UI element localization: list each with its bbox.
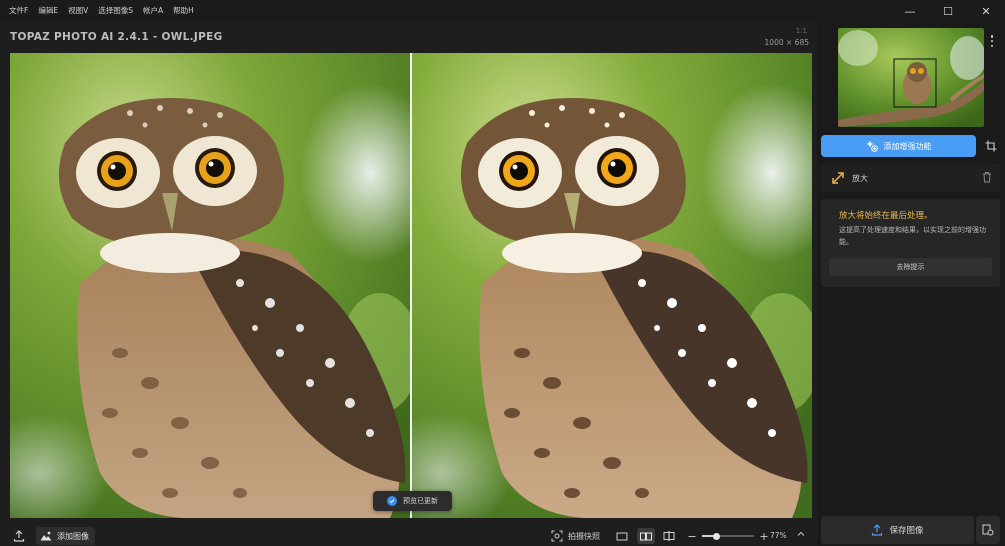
add-enhancement-label: 添加增强功能 [883, 141, 932, 151]
pixel-ratio-hint: 1:1 [795, 27, 807, 35]
upload-icon [872, 524, 883, 536]
menu-items: 文件F 编辑E 视图V 选择图像S 帐户A 帮助H [0, 0, 199, 22]
zoom-in-button[interactable]: + [758, 530, 770, 543]
maximize-button[interactable]: ☐ [929, 0, 967, 22]
zoom-control: − + [686, 528, 770, 544]
zoom-value[interactable]: 77% [770, 531, 787, 540]
camera-frame-icon [551, 530, 563, 542]
navigator-image [838, 28, 984, 127]
side-by-side-button[interactable] [637, 528, 655, 544]
zoom-slider-handle[interactable] [713, 532, 721, 540]
trash-icon[interactable] [982, 171, 992, 183]
menu-view[interactable]: 视图V [63, 0, 93, 22]
processed-preview[interactable] [412, 53, 812, 518]
notice-title: 放大将始终在最后处理。 [839, 211, 933, 221]
upload-icon [13, 530, 25, 542]
preview-updated-toast: 预览已更新 [373, 491, 452, 511]
upscale-notice: 放大将始终在最后处理。 这提高了处理速度和结果，以实现之前的增强功能。 去除提示 [821, 199, 1000, 287]
snapshot-label: 拍摄快照 [568, 531, 600, 541]
single-view-icon [616, 532, 628, 540]
add-image-button[interactable]: 添加图像 [36, 527, 95, 545]
owl-image-original [10, 53, 410, 518]
window-controls: — ☐ ✕ [891, 0, 1005, 22]
app-window: 文件F 编辑E 视图V 选择图像S 帐户A 帮助H — ☐ ✕ TOPAZ PH… [0, 0, 1005, 546]
diagonal-arrows-icon [832, 172, 844, 184]
split-view-button[interactable] [660, 528, 678, 544]
split-view-icon [663, 531, 675, 541]
menu-edit[interactable]: 编辑E [33, 0, 63, 22]
menu-bar: 文件F 编辑E 视图V 选择图像S 帐户A 帮助H — ☐ ✕ [0, 0, 1005, 22]
crop-icon [985, 140, 997, 152]
zoom-out-button[interactable]: − [686, 530, 698, 543]
minimize-button[interactable]: — [891, 0, 929, 22]
single-view-button[interactable] [613, 528, 631, 544]
zoom-slider[interactable] [702, 532, 754, 540]
side-by-side-icon [640, 532, 652, 540]
snapshot-button[interactable]: 拍摄快照 [551, 528, 600, 544]
save-image-label: 保存图像 [889, 526, 924, 536]
export-settings-icon [982, 524, 994, 536]
vertical-dots-icon [990, 35, 994, 38]
upscale-label: 放大 [852, 174, 868, 183]
export-button[interactable] [10, 528, 28, 544]
check-circle-icon [387, 496, 397, 506]
image-title: TOPAZ PHOTO AI 2.4.1 - OWL.JPEG [10, 31, 223, 43]
menu-file[interactable]: 文件F [4, 0, 33, 22]
add-enhancement-button[interactable]: 添加增强功能 [821, 135, 976, 157]
export-settings-button[interactable] [976, 516, 1000, 544]
mountain-image-icon [40, 531, 52, 541]
toast-text: 预览已更新 [403, 497, 438, 505]
owl-image-processed [412, 53, 812, 518]
menu-help[interactable]: 帮助H [168, 0, 199, 22]
notice-body: 这提高了处理速度和结果，以实现之前的增强功能。 [839, 226, 986, 246]
add-image-label: 添加图像 [57, 531, 89, 541]
menu-account[interactable]: 帐户A [138, 0, 168, 22]
original-preview[interactable] [10, 53, 410, 518]
minimize-icon: — [904, 4, 916, 18]
chevron-up-icon[interactable] [796, 529, 808, 543]
upscale-enhancement-row[interactable]: 放大 [821, 164, 1000, 192]
maximize-icon: ☐ [943, 4, 953, 18]
image-dimensions: 1000 × 685 [764, 38, 809, 47]
close-icon: ✕ [981, 4, 991, 18]
navigator-thumbnail[interactable] [838, 28, 984, 127]
menu-select-image[interactable]: 选择图像S [93, 0, 138, 22]
dismiss-tip-button[interactable]: 去除提示 [829, 258, 992, 276]
save-image-button[interactable]: 保存图像 [821, 516, 974, 544]
navigator-more-button[interactable] [987, 34, 997, 48]
close-button[interactable]: ✕ [967, 0, 1005, 22]
sparkle-add-icon [866, 140, 878, 152]
crop-button[interactable] [982, 137, 1000, 155]
